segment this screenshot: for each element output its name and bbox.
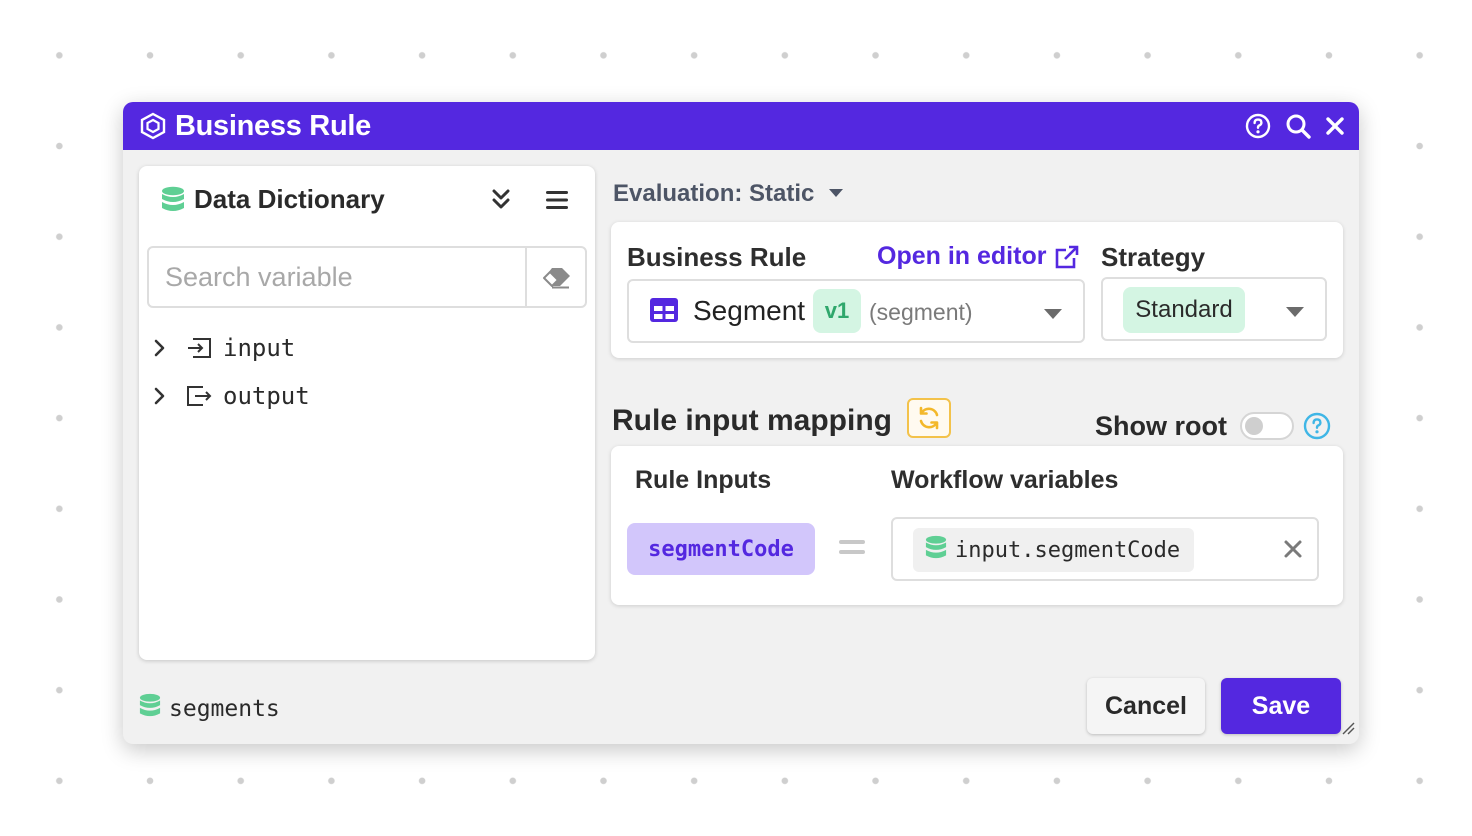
help-circle-icon[interactable]	[1303, 412, 1331, 445]
selected-rule-name: Segment	[693, 295, 806, 326]
rule-inputs-header: Rule Inputs	[635, 466, 772, 494]
caret-down-icon	[1043, 307, 1063, 325]
help-icon[interactable]	[1245, 113, 1271, 139]
chevron-right-icon[interactable]	[153, 338, 173, 358]
evaluation-dropdown[interactable]: Evaluation: Static	[613, 180, 844, 208]
business-rule-dialog: Business Rule Data Dictionary Search var…	[123, 102, 1359, 744]
input-icon	[185, 336, 213, 360]
workflow-variable-label: input.segmentCode	[955, 537, 1181, 563]
rule-input-pill: segmentCode	[627, 523, 815, 575]
save-button[interactable]: Save	[1221, 678, 1341, 734]
evaluation-label: Evaluation: Static	[613, 180, 815, 207]
show-root-toggle[interactable]	[1240, 412, 1294, 440]
equals-icon	[839, 540, 865, 560]
tree-item-label: input	[223, 334, 296, 362]
refresh-icon	[919, 406, 939, 430]
rule-input-mapping-title: Rule input mapping	[612, 404, 892, 437]
data-dictionary-title: Data Dictionary	[194, 184, 385, 214]
title-bar: Business Rule	[123, 102, 1359, 150]
hexagon-icon	[139, 112, 167, 140]
tree-item-label: output	[223, 382, 310, 410]
business-rule-label: Business Rule	[627, 242, 807, 272]
business-rule-select[interactable]: Segment v1 (segment)	[627, 279, 1085, 343]
chevron-right-icon[interactable]	[153, 386, 173, 406]
cancel-button[interactable]: Cancel	[1087, 678, 1205, 734]
eraser-icon[interactable]	[525, 248, 585, 306]
database-icon	[925, 535, 947, 566]
close-icon[interactable]	[1322, 113, 1348, 139]
table-icon	[649, 297, 679, 328]
strategy-label: Strategy	[1101, 242, 1206, 272]
database-icon	[161, 186, 185, 219]
open-in-editor-label: Open in editor	[877, 242, 1047, 270]
caret-down-icon	[1285, 305, 1305, 323]
tree-item-output[interactable]: output	[153, 378, 310, 414]
dialog-title: Business Rule	[175, 110, 371, 142]
strategy-select[interactable]: Standard	[1101, 277, 1327, 341]
datasource-indicator: segments	[139, 693, 280, 724]
workflow-variables-header: Workflow variables	[891, 466, 1119, 494]
open-in-editor-link[interactable]: Open in editor	[877, 242, 1080, 271]
workflow-variable-field[interactable]: input.segmentCode	[891, 517, 1319, 581]
menu-icon[interactable]	[545, 190, 569, 215]
search-icon[interactable]	[1285, 113, 1311, 139]
external-link-icon	[1056, 245, 1079, 268]
search-field	[147, 246, 587, 308]
workflow-variable-chip[interactable]: input.segmentCode	[913, 528, 1195, 572]
database-icon	[139, 693, 161, 724]
mapping-card: Rule Inputs Workflow variables segmentCo…	[611, 446, 1343, 605]
data-dictionary-panel: Data Dictionary Search variable input ou…	[139, 166, 595, 660]
show-root-label: Show root	[1095, 411, 1227, 441]
business-rule-card: Business Rule Open in editor Strategy Se	[611, 222, 1343, 358]
strategy-value-badge: Standard	[1123, 287, 1245, 333]
tree-item-input[interactable]: input	[153, 330, 295, 366]
toggle-knob	[1245, 417, 1263, 435]
search-variable-input[interactable]	[149, 248, 525, 306]
output-icon	[185, 384, 213, 408]
collapse-all-icon[interactable]	[491, 188, 511, 215]
caret-down-icon	[828, 185, 844, 203]
datasource-label: segments	[169, 695, 280, 722]
selected-rule-key: (segment)	[869, 299, 973, 325]
clear-icon[interactable]	[1283, 539, 1303, 564]
version-badge: v1	[813, 289, 861, 333]
resize-handle-icon[interactable]	[1341, 721, 1355, 740]
refresh-button[interactable]	[907, 398, 951, 438]
